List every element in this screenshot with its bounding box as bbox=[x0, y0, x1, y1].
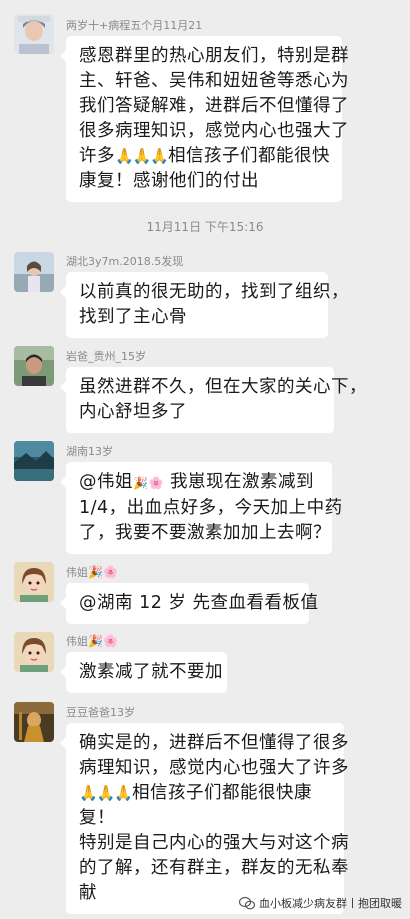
message-text: 内心舒坦多了 bbox=[79, 402, 187, 422]
message-bubble[interactable]: 确实是的，进群后不但懂得了很多 病理知识，感觉内心也强大了许多 🙏🙏🙏相信孩子们… bbox=[60, 723, 349, 914]
message-text: 虽然进群不久，但在大家的关心下， bbox=[79, 377, 367, 397]
message-text: 复！ bbox=[79, 808, 115, 828]
chat-history: 两岁十+病程五个月11月21 感恩群里的热心朋友们，特别是群 主、轩爸、吴伟和妞… bbox=[0, 0, 410, 919]
message-text: 激素减了就不要加 bbox=[79, 662, 223, 682]
sender-name: 岩爸_贵州_15岁 bbox=[66, 350, 146, 363]
message-bubble[interactable]: 虽然进群不久，但在大家的关心下， 内心舒坦多了 bbox=[60, 367, 367, 433]
message-text: 主、轩爸、吴伟和妞妞爸等悉心为 bbox=[79, 71, 349, 91]
watermark: 血小板减少病友群丨抱团取暖 bbox=[239, 895, 402, 911]
sender-name: 伟姐🎉🌸 bbox=[66, 634, 118, 648]
praying-hands-icon: 🙏🙏🙏 bbox=[79, 784, 133, 802]
message-bubble[interactable]: @湖南 12 岁 先查血看看板值 bbox=[60, 583, 319, 624]
avatar[interactable] bbox=[14, 632, 54, 672]
avatar[interactable] bbox=[14, 562, 54, 602]
avatar[interactable] bbox=[14, 14, 54, 54]
message-text: 了，我要不要激素加加上去啊？ bbox=[79, 523, 331, 543]
message-text: 康复！感谢他们的付出 bbox=[79, 171, 259, 191]
sender-name: 湖南13岁 bbox=[66, 445, 113, 458]
mention[interactable]: @伟姐 bbox=[79, 472, 133, 492]
avatar[interactable] bbox=[14, 252, 54, 292]
message-text: 感恩群里的热心朋友们，特别是群 bbox=[79, 46, 349, 66]
avatar[interactable] bbox=[14, 441, 54, 481]
party-icon: 🎉🌸 bbox=[133, 476, 164, 490]
sender-name: 豆豆爸爸13岁 bbox=[66, 706, 135, 719]
avatar[interactable] bbox=[14, 702, 54, 742]
wechat-icon bbox=[239, 896, 255, 910]
message-text: 我们答疑解难，进群后不但懂得了 bbox=[79, 96, 349, 116]
watermark-text: 血小板减少病友群丨抱团取暖 bbox=[259, 897, 402, 910]
message-text: 特别是自己内心的强大与对这个病 bbox=[79, 833, 349, 853]
timestamp: 11月11日 下午15:16 bbox=[146, 220, 264, 234]
sender-name: 湖北3y7m.2018.5发现 bbox=[66, 255, 184, 268]
message-text: 病理知识，感觉内心也强大了许多 bbox=[79, 758, 349, 778]
sender-name: 伟姐🎉🌸 bbox=[66, 565, 118, 579]
message-text: 以前真的很无助的，找到了组织， bbox=[79, 282, 349, 302]
sender-name: 两岁十+病程五个月11月21 bbox=[66, 19, 203, 32]
message-text: 确实是的，进群后不但懂得了很多 bbox=[79, 733, 349, 753]
message-text: @湖南 12 岁 先查血看看板值 bbox=[79, 593, 319, 613]
party-icon: 🎉🌸 bbox=[88, 634, 118, 648]
message-bubble[interactable]: 以前真的很无助的，找到了组织， 找到了主心骨 bbox=[60, 272, 349, 338]
message-text: 的了解，还有群主，群友的无私奉 bbox=[79, 858, 349, 878]
avatar[interactable] bbox=[14, 346, 54, 386]
message-bubble[interactable]: 激素减了就不要加 bbox=[60, 652, 227, 693]
message-text: 1/4，出血点好多，今天加上中药 bbox=[79, 498, 343, 518]
message-text: 相信孩子们都能很快 bbox=[168, 146, 331, 166]
message-text: 许多 bbox=[79, 146, 115, 166]
message-text: 相信孩子们都能很快康 bbox=[132, 783, 313, 803]
message-bubble[interactable]: 感恩群里的热心朋友们，特别是群 主、轩爸、吴伟和妞妞爸等悉心为 我们答疑解难，进… bbox=[60, 36, 349, 202]
message-text: 找到了主心骨 bbox=[79, 307, 187, 327]
message-text: 很多病理知识，感觉内心也强大了 bbox=[79, 121, 349, 141]
party-icon: 🎉🌸 bbox=[88, 565, 118, 579]
message-text: 我崽现在激素减到 bbox=[169, 472, 314, 492]
praying-hands-icon: 🙏🙏🙏 bbox=[115, 147, 169, 165]
message-bubble[interactable]: @伟姐🎉🌸 我崽现在激素减到 1/4，出血点好多，今天加上中药 了，我要不要激素… bbox=[60, 462, 343, 554]
